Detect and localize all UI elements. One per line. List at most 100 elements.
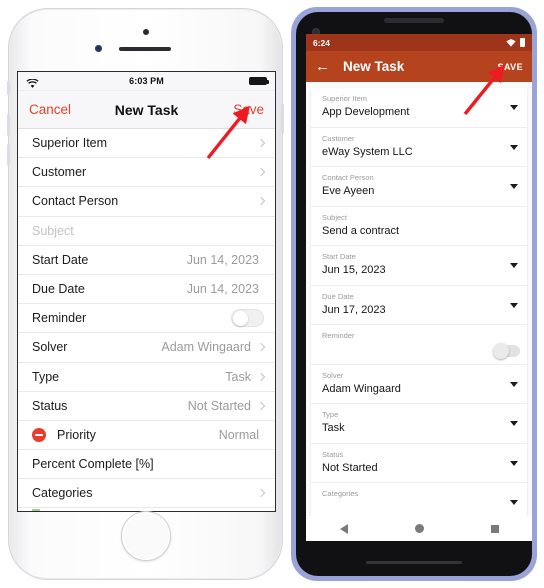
chevron-down-icon[interactable] [510,500,518,506]
row-value: Jun 14, 2023 [186,282,259,297]
iphone-home-button[interactable] [120,511,171,561]
chevron-down-icon[interactable] [510,460,518,466]
field-value: Not Started [322,461,378,474]
chevron-right-icon [256,401,266,411]
row-label: Reminder [32,311,87,326]
battery-icon [249,77,269,85]
iphone-proximity-sensor-icon [95,45,102,52]
page-title: New Task [343,59,405,74]
ios-row-subject[interactable]: Subject [18,217,275,246]
chevron-down-icon[interactable] [510,105,518,111]
chevron-right-icon [256,138,266,148]
chevron-down-icon[interactable] [510,421,518,427]
android-form-scroll[interactable]: Superior Item App Development Customer eWay… [306,82,532,541]
chevron-right-icon [256,197,266,206]
battery-icon [520,38,525,47]
android-earpiece-speaker [384,18,444,23]
android-field-contact-person[interactable]: Contact Person Eve Ayeen [311,167,527,207]
field-label: Solver [322,370,344,380]
row-label: Solver [32,340,68,355]
ios-status-time: 6:03 PM [129,76,164,86]
iphone-volume-up-button[interactable] [7,114,10,136]
reminder-toggle[interactable] [493,342,520,359]
row-label: Contact Person [32,194,119,209]
ios-row-customer[interactable]: Customer [18,158,275,188]
field-value-empty [322,342,503,357]
nav-home-icon[interactable] [414,524,424,533]
iphone-front-camera-icon [142,29,149,35]
chevron-down-icon[interactable] [510,184,518,190]
priority-icon [32,427,46,442]
android-bezel: 6:24 ← New Task SAVE Superior Item App D… [296,12,532,576]
row-value: Not Started [187,398,251,413]
reminder-toggle[interactable] [231,309,264,328]
row-label: Priority [57,427,96,442]
field-label: Due Date [322,291,354,301]
android-device-frame: 6:24 ← New Task SAVE Superior Item App D… [291,7,537,581]
iphone-volume-down-button[interactable] [7,144,10,166]
android-field-type[interactable]: Type Task [311,404,527,444]
ios-navigation-bar: Cancel New Task Save [18,91,275,129]
ios-row-solver[interactable]: Solver Adam Wingaard [18,333,275,363]
row-label: Percent Complete [%] [32,457,154,472]
field-value: Send a contract [322,224,400,237]
row-label: Subject [32,223,74,238]
ios-row-categories[interactable]: Categories [18,479,275,509]
field-label: Reminder [322,331,355,341]
android-field-customer[interactable]: Customer eWay System LLC [311,128,527,168]
ios-row-status[interactable]: Status Not Started [18,392,275,421]
field-value: Jun 15, 2023 [322,264,386,277]
row-value: Jun 14, 2023 [186,252,259,267]
chevron-down-icon[interactable] [510,302,518,308]
field-value: Jun 17, 2023 [322,303,386,316]
iphone-power-button[interactable] [281,104,284,134]
ios-row-superior-item[interactable]: Superior Item [18,129,275,159]
android-field-start-date[interactable]: Start Date Jun 15, 2023 [311,246,527,286]
field-value: Adam Wingaard [322,382,401,395]
ios-row-type[interactable]: Type Task [18,363,275,392]
chevron-down-icon[interactable] [510,263,518,269]
ios-row-due-date[interactable]: Due Date Jun 14, 2023 [18,275,275,305]
save-button[interactable]: Save [233,102,264,117]
android-field-due-date[interactable]: Due Date Jun 17, 2023 [311,286,527,326]
iphone-mute-switch[interactable] [7,81,10,95]
field-label: Status [322,449,344,459]
ios-row-start-date[interactable]: Start Date Jun 14, 2023 [18,246,275,275]
row-label: Due Date [32,282,85,297]
ios-row-percent-complete[interactable]: Percent Complete [%] [18,450,275,480]
ios-row-priority[interactable]: Priority Normal [18,421,275,451]
android-field-reminder[interactable]: Reminder [311,325,527,365]
field-value: Task [322,422,345,435]
save-button[interactable]: SAVE [498,62,523,72]
row-label: Status [32,398,68,413]
android-field-status[interactable]: Status Not Started [311,444,527,484]
field-label: Start Date [322,252,356,262]
android-status-bar: 6:24 [306,34,532,51]
android-screen: 6:24 ← New Task SAVE Superior Item App D… [306,34,532,541]
android-field-superior-item[interactable]: Superior Item App Development [311,88,527,128]
nav-recents-icon[interactable] [490,524,499,533]
screenshot-stage: 6:03 PM Cancel New Task Save Superior It… [0,0,544,588]
ios-status-bar: 6:03 PM [18,72,275,91]
row-label: Customer [32,165,87,180]
row-label: Categories [32,486,93,501]
chevron-right-icon [256,489,266,498]
field-label: Customer [322,133,355,143]
chevron-down-icon[interactable] [510,144,518,150]
android-fields-card: Superior Item App Development Customer eWay… [311,88,527,541]
back-arrow-icon[interactable]: ← [315,59,330,74]
iphone-earpiece-speaker [119,47,171,51]
nav-back-icon[interactable] [339,523,348,534]
wifi-icon [506,38,516,47]
cancel-button[interactable]: Cancel [29,102,71,117]
android-field-subject[interactable]: Subject Send a contract [311,207,527,247]
chevron-down-icon[interactable] [510,381,518,387]
row-label: Type [32,369,60,384]
ios-row-contact-person[interactable]: Contact Person [18,187,275,217]
ios-row-reminder[interactable]: Reminder [18,304,275,334]
row-value: Normal [218,427,259,442]
android-bottom-speaker [366,561,462,564]
android-field-solver[interactable]: Solver Adam Wingaard [311,365,527,405]
field-label: Type [322,410,339,420]
field-label: Categories [322,489,359,499]
